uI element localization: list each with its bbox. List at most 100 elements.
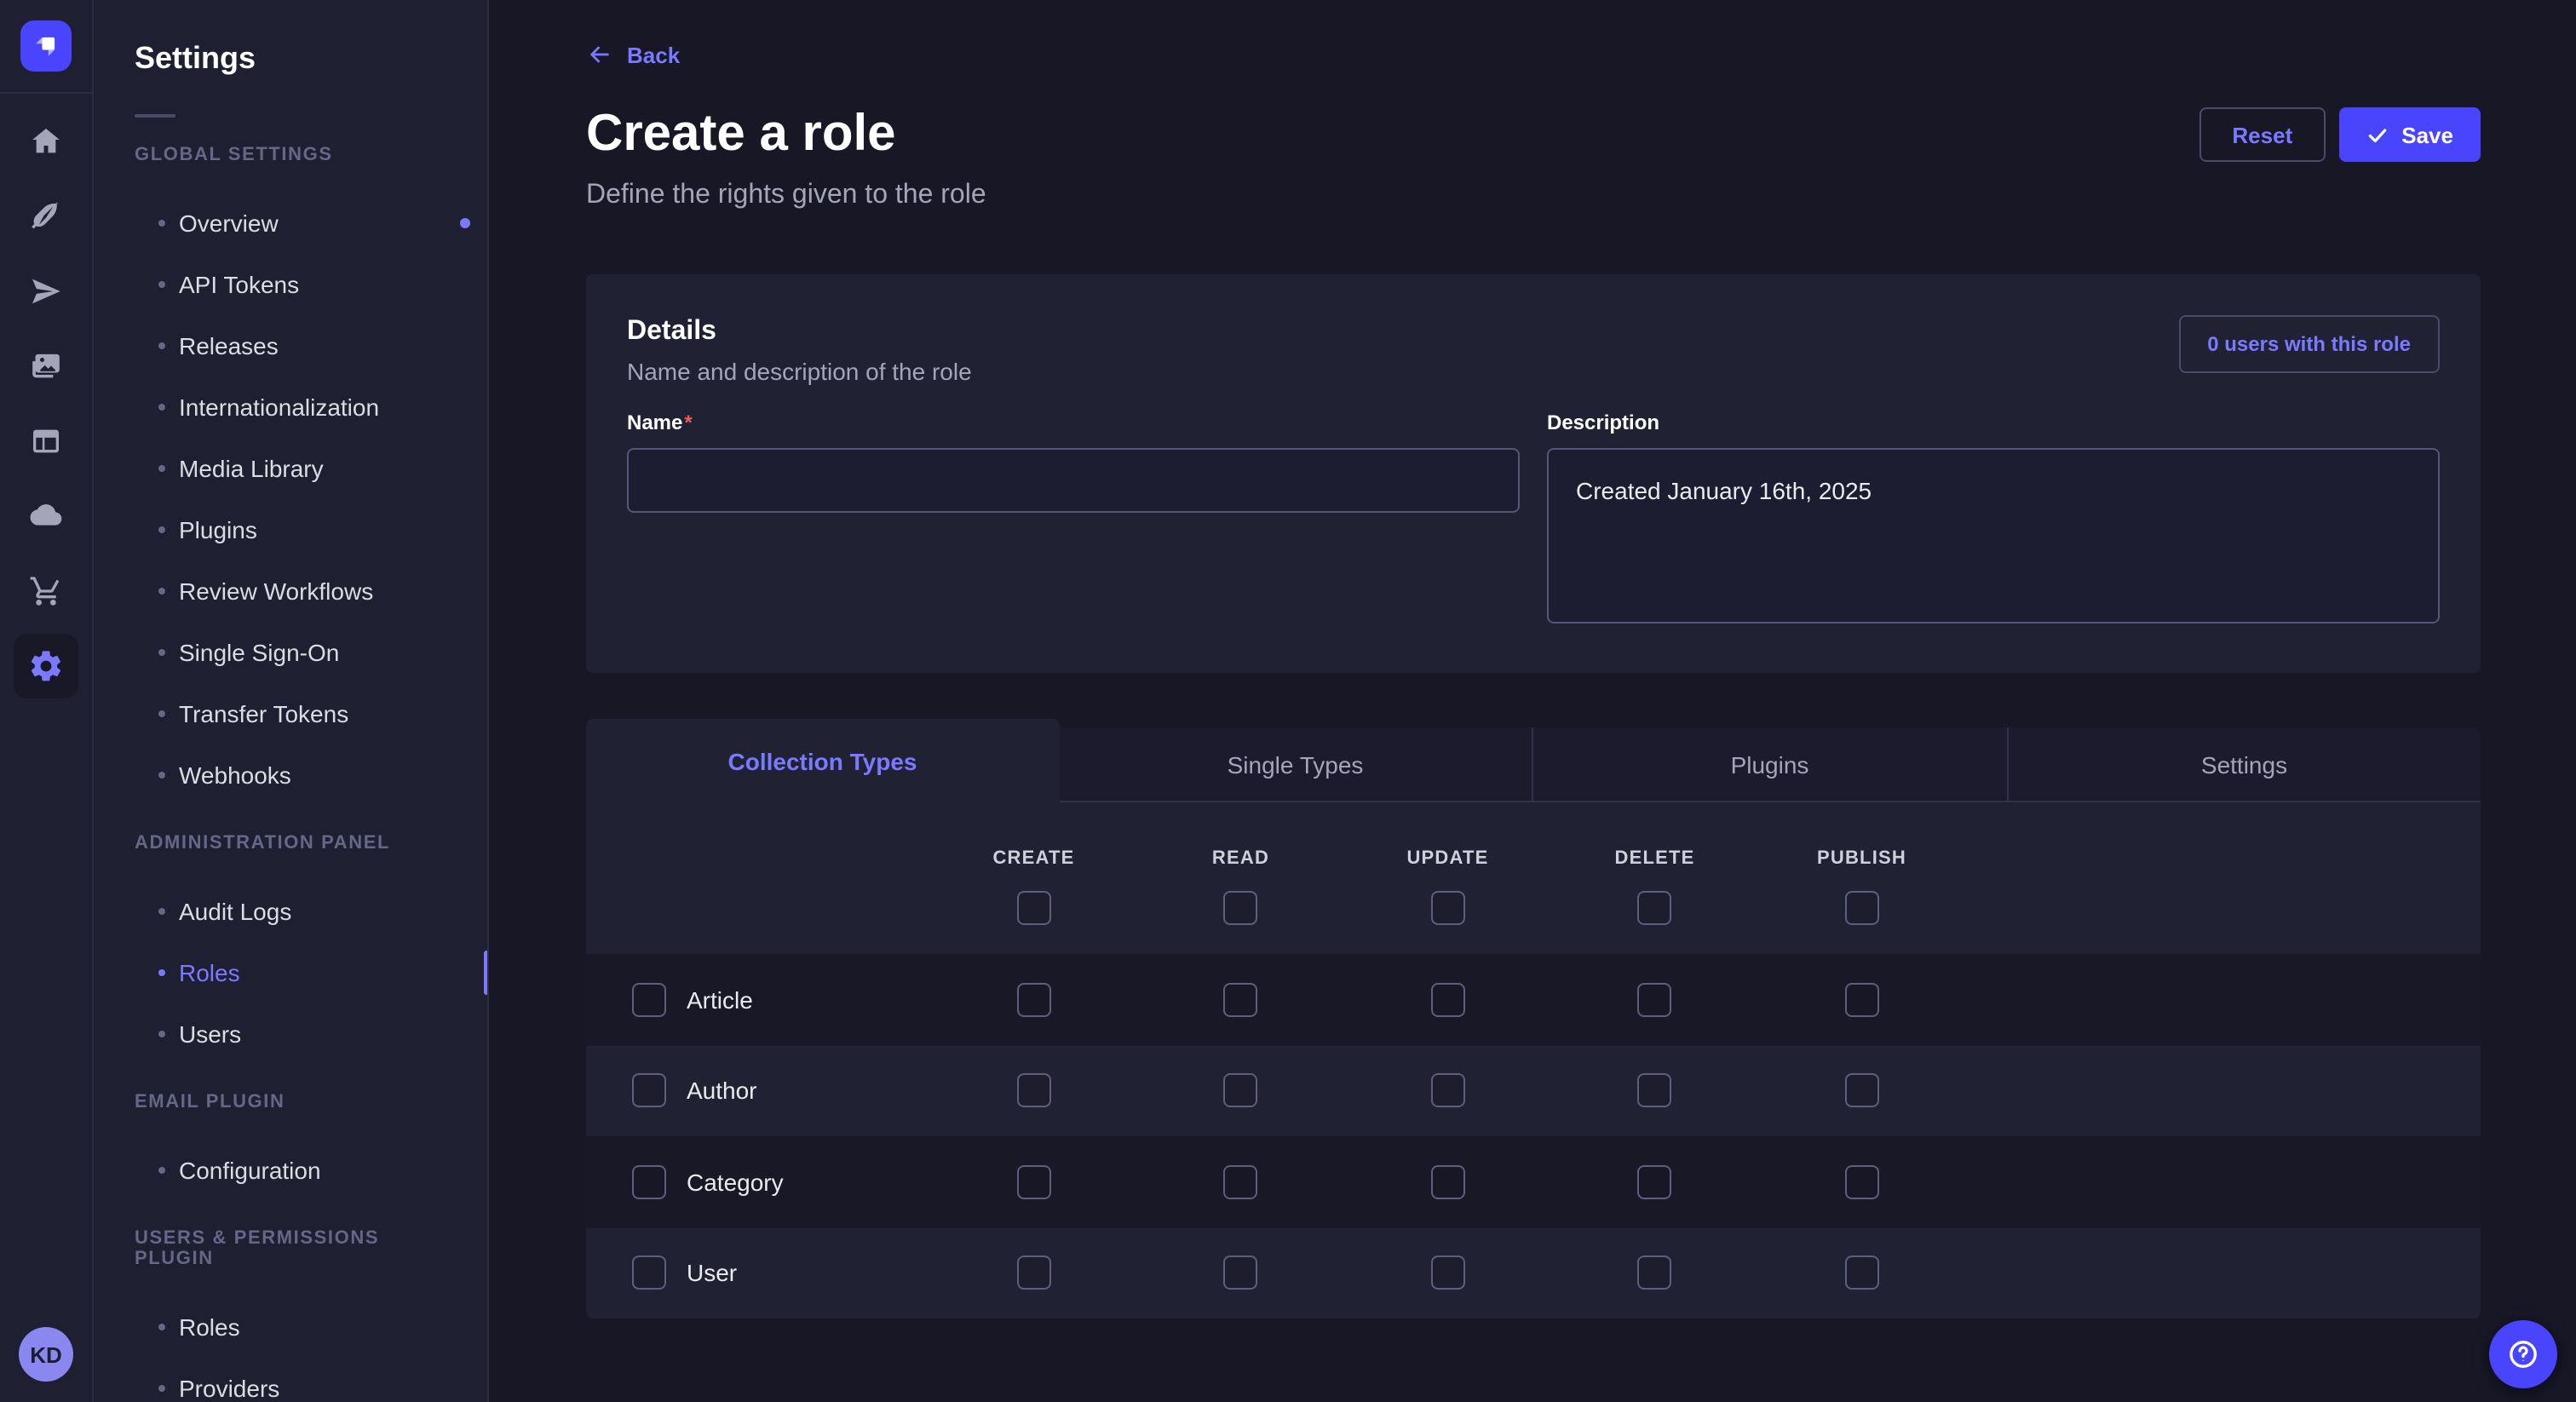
tab-bar: Collection Types Single Types Plugins Se…	[586, 719, 2481, 802]
bullet-icon	[158, 220, 165, 227]
bullet-icon	[158, 1324, 165, 1330]
row-label: Article	[687, 986, 753, 1014]
users-permissions-plugin-list: Roles Providers	[94, 1296, 487, 1402]
media-library-icon[interactable]	[22, 342, 70, 390]
content-manager-icon[interactable]	[22, 417, 70, 465]
article-row-checkbox[interactable]	[632, 983, 666, 1017]
sidebar-item-media-library[interactable]: Media Library	[94, 438, 487, 499]
user-delete-checkbox[interactable]	[1638, 1256, 1672, 1290]
save-label: Save	[2401, 122, 2453, 147]
user-create-checkbox[interactable]	[1017, 1256, 1051, 1290]
author-row-checkbox[interactable]	[632, 1074, 666, 1108]
sidebar-item-up-roles[interactable]: Roles	[94, 1296, 487, 1358]
sidebar-item-users[interactable]: Users	[94, 1003, 487, 1065]
author-delete-checkbox[interactable]	[1638, 1074, 1672, 1108]
marketplace-cart-icon[interactable]	[22, 567, 70, 615]
select-all-create-checkbox[interactable]	[1017, 891, 1051, 925]
author-publish-checkbox[interactable]	[1845, 1074, 1879, 1108]
bullet-icon	[158, 969, 165, 976]
details-title: Details	[627, 315, 972, 349]
article-update-checkbox[interactable]	[1431, 983, 1465, 1017]
select-all-publish-checkbox[interactable]	[1845, 891, 1879, 925]
author-read-checkbox[interactable]	[1224, 1074, 1258, 1108]
reset-button[interactable]: Reset	[2199, 107, 2325, 162]
sidebar-item-webhooks[interactable]: Webhooks	[94, 744, 487, 806]
row-label: Category	[687, 1169, 784, 1196]
table-row-category: Category	[586, 1136, 2481, 1227]
category-read-checkbox[interactable]	[1224, 1165, 1258, 1199]
sidebar-item-audit-logs[interactable]: Audit Logs	[94, 881, 487, 942]
page-subtitle: Define the rights given to the role	[586, 179, 986, 213]
sidebar-item-roles-active[interactable]: Roles	[94, 942, 487, 1003]
description-textarea[interactable]: Created January 16th, 2025	[1547, 448, 2440, 623]
settings-gear-icon[interactable]	[14, 634, 78, 698]
sidebar-item-releases[interactable]: Releases	[94, 315, 487, 376]
sidebar-item-internationalization[interactable]: Internationalization	[94, 376, 487, 438]
sidebar-item-configuration[interactable]: Configuration	[94, 1140, 487, 1201]
icon-rail: KD	[0, 0, 94, 1402]
tab-settings[interactable]: Settings	[2006, 727, 2481, 802]
bullet-icon	[158, 465, 165, 472]
user-read-checkbox[interactable]	[1224, 1256, 1258, 1290]
sidebar-item-label: Review Workflows	[179, 577, 373, 605]
notification-dot-icon	[460, 218, 470, 228]
bullet-icon	[158, 1167, 165, 1174]
save-button[interactable]: Save	[2338, 107, 2481, 162]
author-update-checkbox[interactable]	[1431, 1074, 1465, 1108]
category-row-checkbox[interactable]	[632, 1165, 666, 1199]
sidebar-item-overview[interactable]: Overview	[94, 192, 487, 254]
tab-collection-types[interactable]: Collection Types	[586, 719, 1059, 802]
article-delete-checkbox[interactable]	[1638, 983, 1672, 1017]
sidebar-item-label: Providers	[179, 1375, 279, 1402]
user-row-checkbox[interactable]	[632, 1256, 666, 1290]
select-all-delete-checkbox[interactable]	[1638, 891, 1672, 925]
users-with-role-button[interactable]: 0 users with this role	[2178, 315, 2440, 373]
category-publish-checkbox[interactable]	[1845, 1165, 1879, 1199]
tab-plugins[interactable]: Plugins	[1532, 727, 2006, 802]
article-read-checkbox[interactable]	[1224, 983, 1258, 1017]
user-avatar[interactable]: KD	[19, 1327, 73, 1382]
select-all-update-checkbox[interactable]	[1431, 891, 1465, 925]
details-card-header: Details Name and description of the role…	[627, 315, 2440, 387]
table-row-author: Author	[586, 1045, 2481, 1136]
article-create-checkbox[interactable]	[1017, 983, 1051, 1017]
permissions-table-header: CREATE READ UPDATE DELETE PUBLISH	[586, 802, 2481, 954]
page-header: Create a role Define the rights given to…	[586, 104, 2481, 213]
sidebar-item-up-providers[interactable]: Providers	[94, 1358, 487, 1402]
category-delete-checkbox[interactable]	[1638, 1165, 1672, 1199]
help-button[interactable]	[2489, 1320, 2557, 1388]
sidebar-item-transfer-tokens[interactable]: Transfer Tokens	[94, 683, 487, 744]
bullet-icon	[158, 908, 165, 915]
paper-plane-icon[interactable]	[22, 267, 70, 315]
bullet-icon	[158, 526, 165, 533]
back-arrow-icon	[586, 41, 613, 68]
select-all-read-checkbox[interactable]	[1224, 891, 1258, 925]
sidebar-item-plugins[interactable]: Plugins	[94, 499, 487, 560]
row-label: User	[687, 1260, 737, 1287]
bullet-icon	[158, 772, 165, 779]
column-header-update: UPDATE	[1344, 848, 1551, 869]
author-create-checkbox[interactable]	[1017, 1074, 1051, 1108]
category-update-checkbox[interactable]	[1431, 1165, 1465, 1199]
sidebar-item-review-workflows[interactable]: Review Workflows	[94, 560, 487, 622]
category-create-checkbox[interactable]	[1017, 1165, 1051, 1199]
logo-cell[interactable]	[0, 0, 92, 94]
sidebar-item-single-sign-on[interactable]: Single Sign-On	[94, 622, 487, 683]
tab-single-types[interactable]: Single Types	[1059, 727, 1532, 802]
sidebar-item-label: Media Library	[179, 455, 324, 482]
sidebar-item-label: Internationalization	[179, 394, 379, 421]
feather-icon[interactable]	[22, 192, 70, 240]
sidebar-item-api-tokens[interactable]: API Tokens	[94, 254, 487, 315]
bullet-icon	[158, 710, 165, 717]
cloud-icon[interactable]	[22, 492, 70, 540]
article-publish-checkbox[interactable]	[1845, 983, 1879, 1017]
name-input[interactable]	[627, 448, 1520, 513]
user-publish-checkbox[interactable]	[1845, 1256, 1879, 1290]
back-link[interactable]: Back	[586, 41, 680, 68]
user-update-checkbox[interactable]	[1431, 1256, 1465, 1290]
column-header-delete: DELETE	[1551, 848, 1758, 869]
sidebar-item-label: Audit Logs	[179, 898, 291, 925]
sidebar-item-label: API Tokens	[179, 271, 299, 298]
bullet-icon	[158, 281, 165, 288]
home-icon[interactable]	[22, 118, 70, 165]
